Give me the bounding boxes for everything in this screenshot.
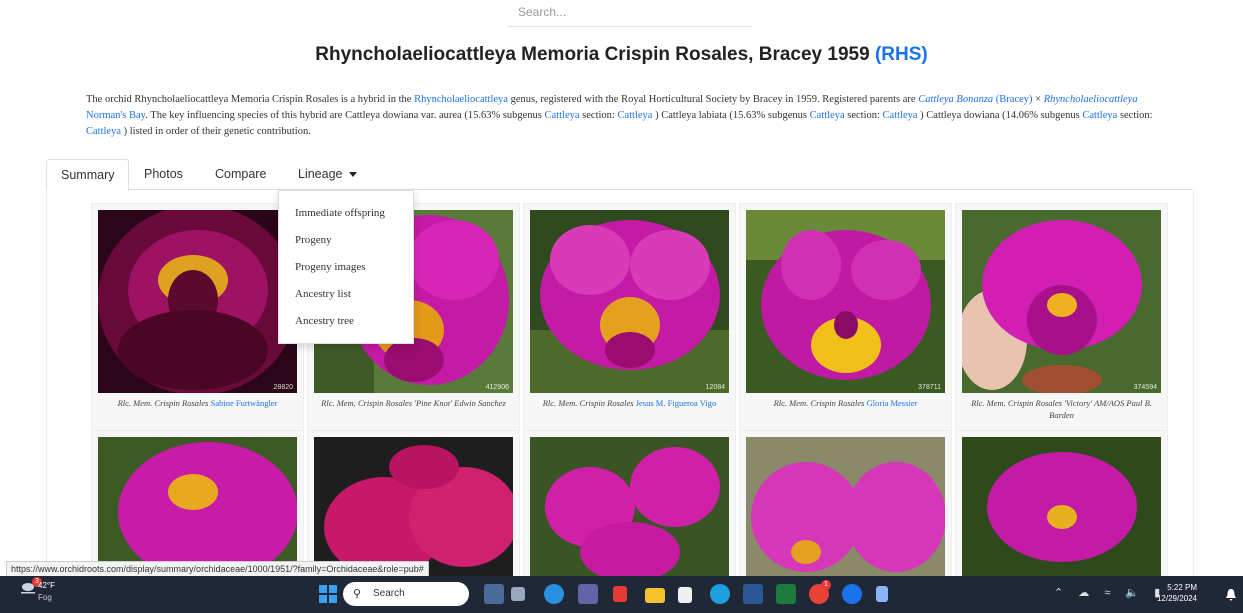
menu-item-ancestry-tree[interactable]: Ancestry tree	[295, 315, 354, 327]
photographer-link[interactable]: Gloria Messier	[867, 398, 918, 408]
app-icon[interactable]	[842, 584, 862, 604]
section-link[interactable]: Cattleya	[86, 126, 121, 137]
chrome-badge: 1	[821, 580, 831, 590]
store-icon[interactable]	[678, 587, 692, 603]
photo-caption: Rlc. Mem. Crispin Rosales Jesus M. Figue…	[542, 398, 717, 408]
word-icon[interactable]	[743, 584, 763, 604]
windows-start-icon[interactable]	[318, 584, 338, 604]
photo-card[interactable]: 374594 Rlc. Mem. Crispin Rosales 'Victor…	[955, 203, 1168, 433]
genus-link[interactable]: Rhyncholaeliocattleya	[414, 94, 508, 105]
orchid-photo[interactable]	[98, 437, 297, 577]
weather-widget[interactable]: 3 42°F Fog	[20, 577, 55, 602]
system-tray[interactable]: ⌃ ☁ ≈ 🔈 ▮	[1054, 586, 1166, 599]
orchid-photo[interactable]: 12084	[530, 210, 729, 393]
photo-card[interactable]	[307, 430, 520, 582]
parent1-registrant-link[interactable]: (Bracey)	[996, 94, 1033, 105]
clock[interactable]: 5:22 PM 12/29/2024	[1157, 582, 1197, 604]
tab-bar: Summary Photos Compare Lineage	[46, 159, 1192, 191]
orchid-photo[interactable]: 374594	[962, 210, 1161, 393]
search-bar[interactable]	[508, 0, 773, 27]
menu-item-progeny-images[interactable]: Progeny images	[295, 261, 366, 273]
menu-item-ancestry-list[interactable]: Ancestry list	[295, 288, 351, 300]
taskbar-search[interactable]: ⚲ Search	[343, 582, 469, 606]
photographer-link[interactable]: Jesus M. Figueroa Vigo	[636, 398, 717, 408]
photo-id: 12084	[705, 384, 725, 391]
orchid-photo[interactable]: 28820	[98, 210, 297, 393]
lineage-dropdown-menu: Immediate offspring Progeny Progeny imag…	[278, 190, 414, 344]
photo-id: 412906	[485, 384, 509, 391]
mcafee-icon[interactable]	[613, 586, 627, 602]
photo-card[interactable]: 28820 Rlc. Mem. Crispin Rosales Sabine F…	[91, 203, 304, 433]
subgenus-link[interactable]: Cattleya	[810, 110, 845, 121]
copilot-icon[interactable]	[484, 584, 504, 604]
taskbar-search-label: Search	[373, 588, 405, 599]
photo-id: 378711	[918, 384, 941, 391]
temperature: 42°F	[38, 581, 55, 590]
page-title: Rhyncholaeliocattleya Memoria Crispin Ro…	[315, 44, 928, 65]
photo-caption: Rlc. Mem. Crispin Rosales 'Pine Knot' Ed…	[321, 398, 506, 408]
tab-summary[interactable]: Summary	[46, 159, 130, 191]
search-input[interactable]	[508, 0, 773, 24]
photo-id: 28820	[273, 384, 293, 391]
file-explorer-icon[interactable]	[645, 588, 665, 603]
rhs-link[interactable]: (RHS)	[875, 44, 928, 65]
excel-icon[interactable]	[776, 584, 796, 604]
photo-caption: Rlc. Mem. Crispin Rosales Sabine Furtwän…	[117, 398, 278, 408]
hybrid-description: The orchid Rhyncholaeliocattleya Memoria…	[86, 94, 1153, 137]
search-icon: ⚲	[353, 588, 362, 600]
photo-id: 374594	[1133, 384, 1157, 391]
caret-down-icon	[348, 172, 357, 178]
tab-compare[interactable]: Compare	[201, 159, 280, 189]
orchid-photo[interactable]	[314, 437, 513, 577]
photo-card[interactable]: 378711 Rlc. Mem. Crispin Rosales Gloria …	[739, 203, 952, 433]
subgenus-link[interactable]: Cattleya	[545, 110, 580, 121]
orchid-photo[interactable]	[746, 437, 945, 577]
section-link[interactable]: Cattleya	[617, 110, 652, 121]
orchid-photo[interactable]	[530, 437, 729, 577]
photo-caption: Rlc. Mem. Crispin Rosales Gloria Messier	[773, 398, 918, 408]
menu-item-immediate-offspring[interactable]: Immediate offspring	[295, 207, 385, 219]
notification-bell-icon[interactable]	[1226, 588, 1236, 601]
photo-card[interactable]	[739, 430, 952, 582]
browser-icon[interactable]	[710, 584, 730, 604]
photo-card[interactable]: 12084 Rlc. Mem. Crispin Rosales Jesus M.…	[523, 203, 736, 433]
status-url: https://www.orchidroots.com/display/summ…	[6, 561, 429, 577]
photographer-link[interactable]: Sabine Furtwängler	[211, 398, 278, 408]
tab-lineage[interactable]: Lineage	[284, 159, 371, 189]
photo-card[interactable]	[523, 430, 736, 582]
menu-item-progeny[interactable]: Progeny	[295, 234, 332, 246]
taskbar: 3 42°F Fog ⚲ Search 1 ⌃ ☁ ≈ 🔈 ▮ 5:22 PM …	[0, 576, 1243, 613]
chrome-icon[interactable]: 1	[809, 580, 831, 604]
edge-icon[interactable]	[544, 584, 564, 604]
subgenus-link[interactable]: Cattleya	[1082, 110, 1117, 121]
orchid-photo[interactable]	[962, 437, 1161, 577]
task-view-icon[interactable]	[511, 587, 525, 601]
parent1-link[interactable]: Cattleya Bonanza	[918, 94, 993, 105]
photo-caption: Rlc. Mem. Crispin Rosales 'Victory' AM/A…	[971, 398, 1152, 420]
pen-icon[interactable]	[876, 586, 888, 602]
section-link[interactable]: Cattleya	[883, 110, 918, 121]
photo-card[interactable]	[91, 430, 304, 582]
teams-icon[interactable]	[578, 584, 598, 604]
weather-condition: Fog	[38, 593, 52, 602]
orchid-photo[interactable]: 378711	[746, 210, 945, 393]
photo-card[interactable]	[955, 430, 1168, 582]
tab-photos[interactable]: Photos	[130, 159, 197, 189]
